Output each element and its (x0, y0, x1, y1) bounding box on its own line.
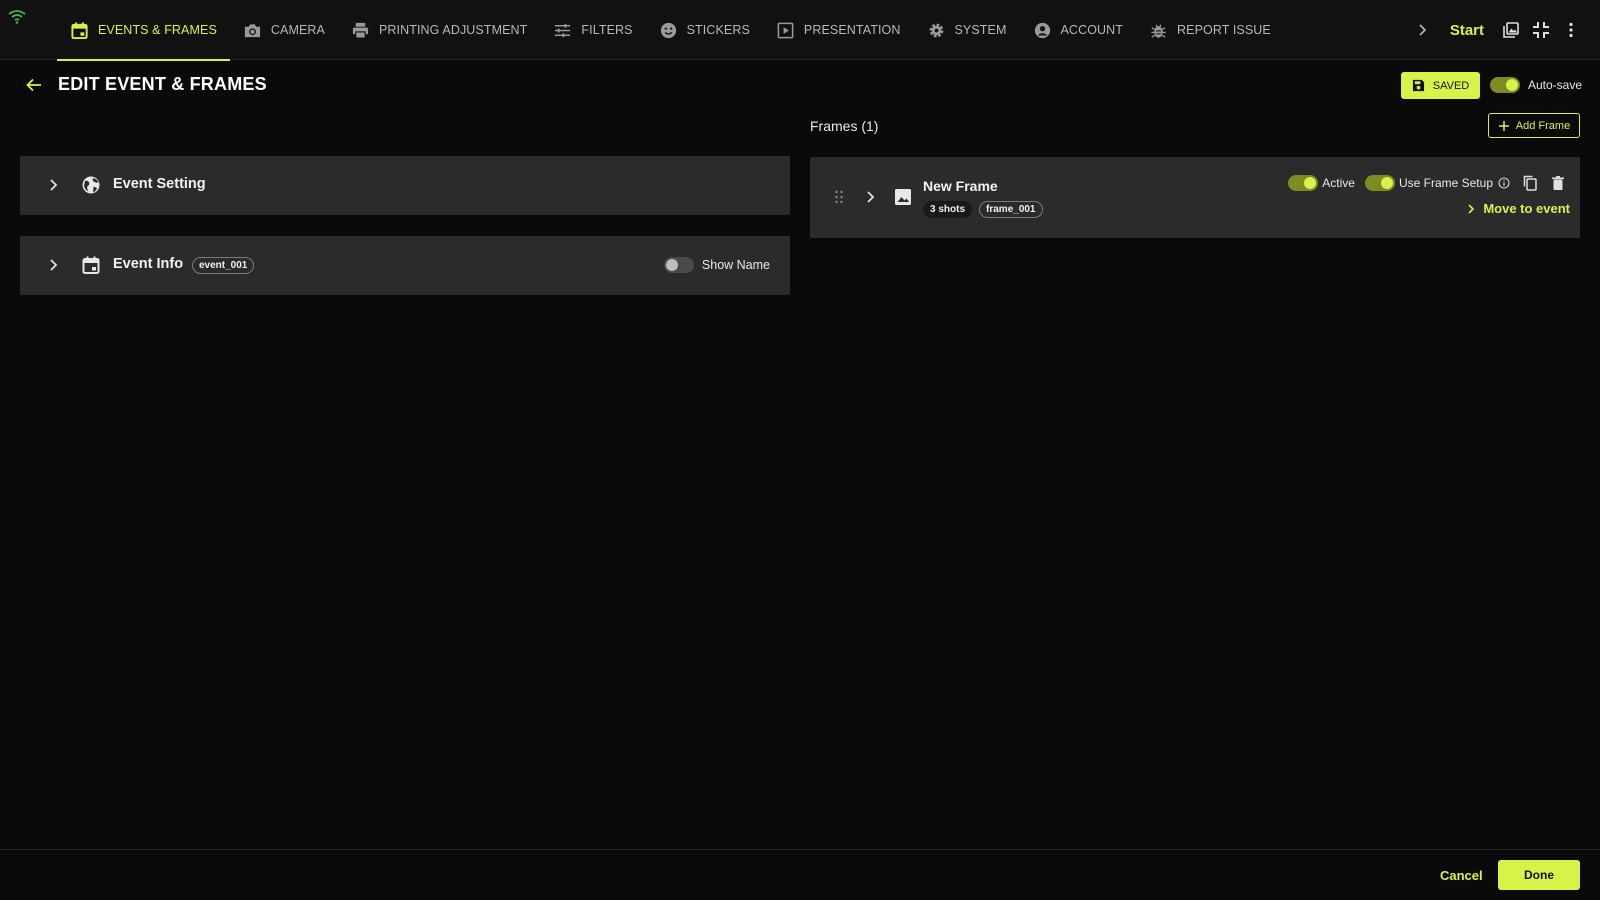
cancel-button[interactable]: Cancel (1440, 868, 1483, 883)
event-info-panel[interactable]: Event Info event_001 Show Name (20, 236, 790, 295)
calendar-icon (82, 256, 100, 274)
tab-events-frames[interactable]: EVENTS & FRAMES (57, 0, 230, 61)
event-setting-label: Event Setting (113, 176, 206, 192)
tab-label: SYSTEM (954, 23, 1007, 37)
sliders-icon (555, 23, 571, 37)
gear-icon (929, 23, 943, 37)
tab-stickers[interactable]: STICKERS (646, 0, 763, 60)
show-name-control: Show Name (663, 257, 770, 273)
tab-label: FILTERS (581, 23, 633, 37)
chevron-right-icon (1468, 203, 1475, 214)
exit-fullscreen-icon[interactable] (1532, 21, 1550, 39)
chevron-right-icon[interactable] (45, 177, 61, 193)
active-label: Active (1322, 176, 1355, 190)
back-arrow-icon[interactable] (25, 76, 43, 94)
saved-button[interactable]: SAVED (1401, 72, 1480, 99)
tab-camera[interactable]: CAMERA (230, 0, 338, 60)
top-navbar: EVENTS & FRAMES CAMERA PRINTING ADJUSTME… (0, 0, 1600, 61)
plus-icon (1498, 120, 1509, 131)
delete-icon[interactable] (1550, 175, 1566, 191)
tab-label: ACCOUNT (1060, 23, 1124, 37)
info-icon[interactable] (1498, 177, 1510, 189)
camera-icon (244, 23, 260, 37)
more-vertical-icon[interactable] (1562, 21, 1580, 39)
chevron-right-icon[interactable] (45, 257, 61, 273)
frame-controls: Active Use Frame Setup (1288, 175, 1566, 191)
move-to-event-label: Move to event (1483, 201, 1570, 216)
move-to-event-link[interactable]: Move to event (1465, 201, 1570, 216)
smiley-icon (660, 22, 676, 38)
tab-label: REPORT ISSUE (1177, 23, 1271, 37)
active-toggle[interactable] (1288, 175, 1319, 191)
printer-icon (352, 22, 369, 39)
event-setting-panel[interactable]: Event Setting (20, 156, 790, 215)
tab-label: PRINTING ADJUSTMENT (378, 23, 528, 37)
chevron-right-icon[interactable] (862, 189, 878, 205)
show-name-toggle[interactable] (663, 257, 694, 273)
saved-label: SAVED (1432, 79, 1470, 92)
tab-filters[interactable]: FILTERS (540, 0, 645, 60)
image-icon (895, 189, 911, 205)
autosave-control: Auto-save (1490, 77, 1582, 93)
nav-tabs: EVENTS & FRAMES CAMERA PRINTING ADJUSTME… (57, 0, 1284, 61)
frame-id-chip: frame_001 (979, 201, 1043, 218)
gallery-icon[interactable] (1502, 21, 1520, 39)
start-button[interactable]: Start (1450, 22, 1484, 39)
duplicate-icon[interactable] (1522, 175, 1538, 191)
shots-chip: 3 shots (923, 201, 973, 218)
page-title: EDIT EVENT & FRAMES (58, 74, 267, 94)
tab-label: CAMERA (270, 23, 325, 37)
footer-bar (0, 849, 1600, 900)
event-id-chip: event_001 (192, 257, 255, 274)
tab-label: EVENTS & FRAMES (98, 23, 217, 37)
frame-title: New Frame (923, 178, 998, 194)
chevron-right-icon[interactable] (1414, 22, 1430, 38)
tab-presentation[interactable]: PRESENTATION (763, 0, 914, 60)
drag-handle-icon[interactable] (834, 190, 844, 204)
globe-icon (82, 176, 100, 194)
tab-label: PRESENTATION (803, 23, 901, 37)
tab-report-issue[interactable]: REPORT ISSUE (1136, 0, 1284, 60)
autosave-label: Auto-save (1528, 78, 1583, 92)
frame-card[interactable]: New Frame 3 shots frame_001 Active Use F… (810, 157, 1580, 238)
done-button[interactable]: Done (1498, 860, 1580, 890)
tab-account[interactable]: ACCOUNT (1020, 0, 1137, 60)
frame-chips: 3 shots frame_001 (923, 201, 1043, 218)
use-frame-setup-label: Use Frame Setup (1398, 176, 1493, 190)
add-frame-label: Add Frame (1515, 119, 1571, 132)
wifi-icon (8, 10, 26, 24)
bug-icon (1151, 24, 1166, 38)
show-name-label: Show Name (701, 258, 770, 272)
use-frame-setup-toggle[interactable] (1364, 175, 1395, 191)
add-frame-button[interactable]: Add Frame (1488, 113, 1580, 138)
frames-title: Frames (1) (810, 118, 879, 134)
autosave-toggle[interactable] (1490, 77, 1520, 93)
tab-printing-adjustment[interactable]: PRINTING ADJUSTMENT (338, 0, 540, 60)
tab-system[interactable]: SYSTEM (914, 0, 1020, 60)
play-icon (777, 22, 794, 38)
save-icon (1412, 79, 1424, 92)
account-icon (1034, 22, 1050, 38)
tab-label: STICKERS (686, 23, 750, 37)
nav-actions: Start (1414, 0, 1586, 60)
calendar-icon (71, 21, 88, 39)
event-info-label: Event Info (113, 256, 184, 272)
